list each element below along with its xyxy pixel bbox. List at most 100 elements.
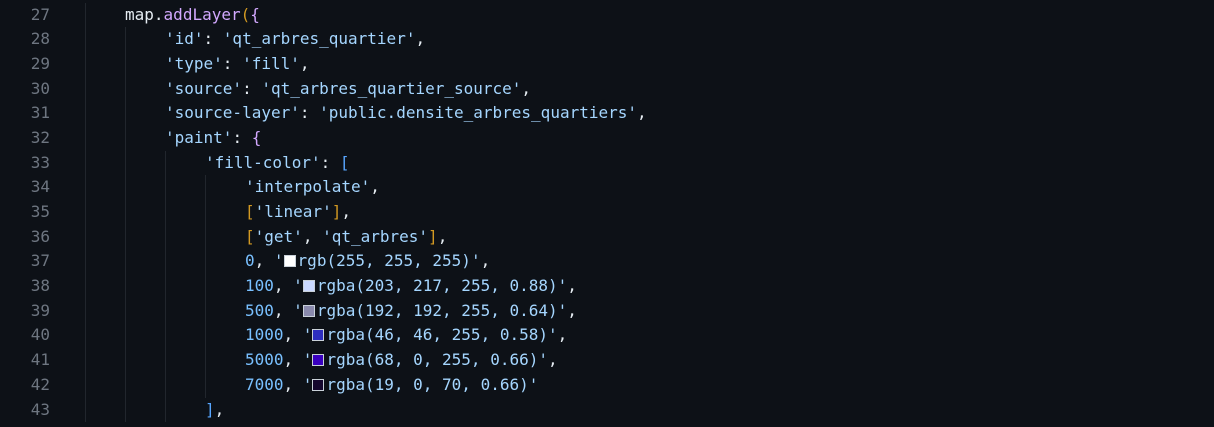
indent-guide	[205, 323, 206, 349]
code-token: ,	[273, 276, 294, 296]
code-line[interactable]: 32 'paint': {	[0, 125, 1214, 151]
indent-guide	[205, 298, 206, 324]
indent-guide	[165, 397, 166, 423]
code-token: .	[153, 4, 164, 24]
code-editor[interactable]: 27 map.addLayer({28'id': 'qt_arbres_quart…	[0, 0, 1214, 427]
code-line[interactable]: 42 7000, ' rgba(19, 0, 70, 0.66)'	[0, 372, 1214, 398]
code-text: 1000, ' rgba(46, 46, 255, 0.58)',	[245, 323, 567, 348]
code-token: ,	[480, 251, 491, 271]
code-token: ,	[415, 29, 426, 49]
code-line[interactable]: 35 ['linear'],	[0, 200, 1214, 225]
indent-guide	[165, 298, 166, 324]
code-text: 'source-layer': 'public.densite_arbres_q…	[165, 101, 647, 126]
indent-guide	[125, 51, 126, 77]
code-token: map	[125, 4, 154, 24]
code-token: 'linear'	[254, 202, 332, 221]
code-token: '	[302, 350, 313, 370]
code-line[interactable]: 31 'source-layer': 'public.densite_arbres…	[0, 101, 1214, 126]
indent-guide	[165, 274, 166, 299]
indent-guide	[205, 249, 206, 275]
indent-guide	[85, 249, 86, 275]
code-line[interactable]: 36 ['get', 'qt_arbres'],	[0, 224, 1214, 250]
code-token: 'paint'	[165, 127, 233, 147]
code-token: 100	[245, 276, 274, 296]
code-token: ,	[283, 374, 303, 394]
indent-guide	[165, 224, 166, 250]
code-token: (	[240, 4, 251, 24]
indent-guide	[85, 51, 86, 77]
code-token: 'public.densite_arbres_quartiers'	[319, 103, 638, 123]
code-line[interactable]: 28 'id': 'qt_arbres_quartier',	[0, 27, 1214, 52]
line-number: 37	[30, 251, 50, 271]
indent-guide	[125, 101, 126, 126]
code-token: {	[251, 127, 262, 147]
indent-guide	[85, 101, 86, 126]
indent-guide	[125, 249, 126, 275]
indent-guide	[85, 224, 86, 250]
indent-guide	[205, 200, 206, 225]
code-text: 0, ' rgb(255, 255, 255)',	[245, 249, 490, 274]
code-token: [	[339, 152, 350, 172]
line-number: 28	[30, 29, 50, 49]
line-number: 41	[30, 350, 50, 370]
line-number: 42	[30, 374, 50, 394]
code-token: rgba(68, 0, 255, 0.66)'	[326, 350, 548, 370]
code-text: ],	[205, 398, 224, 423]
code-line[interactable]: 33 'fill-color': [	[0, 150, 1214, 176]
code-token: :	[320, 152, 340, 172]
indent-guide	[85, 125, 86, 151]
code-token: rgba(19, 0, 70, 0.66)'	[326, 374, 539, 394]
code-token: 'fill'	[242, 53, 300, 73]
code-token: :	[299, 103, 320, 123]
color-swatch-icon[interactable]	[283, 255, 296, 268]
indent-guide	[125, 348, 126, 373]
code-line[interactable]: 41 5000, ' rgba(68, 0, 255, 0.66)',	[0, 348, 1214, 373]
indent-guide	[125, 76, 126, 102]
indent-guide	[165, 200, 166, 225]
code-line[interactable]: 38 100, ' rgba(203, 217, 255, 0.88)',	[0, 274, 1214, 299]
code-text: 'fill-color': [	[205, 151, 350, 176]
indent-guide	[165, 323, 166, 349]
code-token: {	[250, 4, 260, 24]
code-token: ,	[273, 300, 294, 320]
code-line[interactable]: 30 'source': 'qt_arbres_quartier_source',	[0, 76, 1214, 102]
code-line[interactable]: 34 'interpolate',	[0, 175, 1214, 200]
indent-guide	[85, 274, 86, 299]
code-line[interactable]: 39 500, ' rgba(192, 192, 255, 0.64)',	[0, 298, 1214, 324]
code-token: ,	[283, 325, 303, 345]
code-token: ,	[341, 202, 351, 221]
code-line[interactable]: 43],	[0, 397, 1214, 423]
indent-guide	[85, 200, 86, 225]
code-line[interactable]: 29 'type': 'fill',	[0, 51, 1214, 77]
code-token: 'source-layer'	[165, 103, 300, 123]
code-token: ,	[548, 350, 558, 370]
line-number: 33	[30, 152, 50, 172]
code-text: 100, ' rgba(203, 217, 255, 0.88)',	[245, 274, 577, 299]
color-swatch-icon[interactable]	[312, 354, 325, 367]
code-token: '	[293, 300, 303, 320]
indent-guide	[125, 323, 126, 349]
color-swatch-icon[interactable]	[312, 378, 325, 391]
code-token: 'qt_arbres'	[322, 226, 429, 246]
code-text: ['linear'],	[245, 200, 351, 225]
code-token: [	[245, 202, 255, 221]
indent-guide	[205, 348, 206, 373]
code-token: 'source'	[165, 78, 243, 98]
code-token: ,	[370, 177, 380, 197]
indent-guide	[125, 125, 126, 151]
code-line[interactable]: 37 0, ' rgb(255, 255, 255)',	[0, 249, 1214, 275]
code-token: rgba(192, 192, 255, 0.64)'	[316, 300, 568, 320]
code-token: 7000	[245, 374, 284, 394]
code-token: 'qt_arbres_quartier'	[222, 29, 416, 49]
color-swatch-icon[interactable]	[302, 304, 315, 317]
indent-guide	[205, 274, 206, 299]
indent-guide	[85, 323, 86, 349]
code-line[interactable]: 27 map.addLayer({	[0, 2, 1214, 28]
line-number: 40	[30, 325, 50, 345]
indent-guide	[125, 298, 126, 324]
code-token: ,	[437, 226, 448, 246]
code-text: ['get', 'qt_arbres'],	[245, 225, 447, 250]
code-line[interactable]: 40 1000, ' rgba(46, 46, 255, 0.58)',	[0, 323, 1214, 349]
color-swatch-icon[interactable]	[302, 280, 315, 293]
color-swatch-icon[interactable]	[312, 329, 325, 342]
